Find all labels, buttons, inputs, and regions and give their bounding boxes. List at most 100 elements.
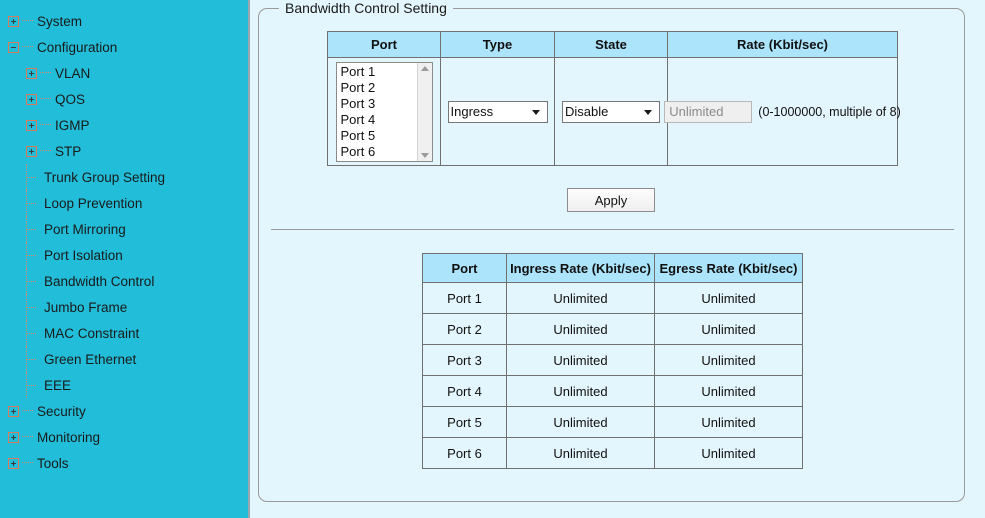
sidebar-item-mac-constraint[interactable]: MAC Constraint	[0, 320, 248, 346]
tree-connector-icon	[21, 398, 35, 424]
bandwidth-control-page: System Configuration VLAN QOS IGMP STP Trunk G…	[0, 0, 985, 518]
sidebar-item-tools[interactable]: Tools	[0, 450, 248, 476]
sidebar-item-loop-prevention[interactable]: Loop Prevention	[0, 190, 248, 216]
results-header-port: Port	[422, 253, 507, 283]
settings-header-type: Type	[440, 31, 555, 58]
sidebar-navigation-tree: System Configuration VLAN QOS IGMP STP Trunk G…	[0, 0, 250, 518]
cell-egress-rate: Unlimited	[654, 282, 803, 314]
cell-ingress-rate: Unlimited	[506, 313, 655, 345]
bandwidth-settings-table: Port Type State Rate (Kbit/sec) Port 1 Po…	[327, 31, 901, 166]
sidebar-item-vlan[interactable]: VLAN	[0, 60, 248, 86]
cell-ingress-rate: Unlimited	[506, 375, 655, 407]
scroll-up-arrow-icon[interactable]	[420, 65, 429, 71]
apply-button[interactable]: Apply	[567, 188, 655, 212]
plus-box-icon[interactable]	[8, 457, 19, 469]
plus-box-icon[interactable]	[26, 93, 37, 105]
port-option[interactable]: Port 2	[339, 80, 417, 96]
tree-leaf-icon	[26, 190, 39, 216]
cell-port: Port 1	[422, 282, 507, 314]
cell-egress-rate: Unlimited	[654, 344, 803, 376]
plus-box-icon[interactable]	[26, 145, 37, 157]
sidebar-item-label: Bandwidth Control	[44, 273, 155, 289]
cell-egress-rate: Unlimited	[654, 375, 803, 407]
port-option[interactable]: Port 4	[339, 112, 417, 128]
results-header-row: Port Ingress Rate (Kbit/sec) Egress Rate…	[422, 253, 803, 283]
cell-port: Port 4	[422, 375, 507, 407]
table-row: Port 4 Unlimited Unlimited	[422, 375, 803, 407]
sidebar-item-system[interactable]: System	[0, 8, 248, 34]
cell-port: Port 2	[422, 313, 507, 345]
cell-port: Port 6	[422, 437, 507, 469]
port-option[interactable]: Port 6	[339, 144, 417, 160]
settings-header-row: Port Type State Rate (Kbit/sec)	[327, 31, 898, 58]
tree-connector-icon	[21, 34, 35, 60]
sidebar-item-igmp[interactable]: IGMP	[0, 112, 248, 138]
sidebar-item-trunk-group-setting[interactable]: Trunk Group Setting	[0, 164, 248, 190]
port-listbox-scrollbar[interactable]	[416, 62, 432, 161]
sidebar-item-jumbo-frame[interactable]: Jumbo Frame	[0, 294, 248, 320]
sidebar-item-configuration[interactable]: Configuration	[0, 34, 248, 60]
table-row: Port 3 Unlimited Unlimited	[422, 344, 803, 376]
cell-port: Port 3	[422, 344, 507, 376]
results-table-body: Port 1 Unlimited Unlimited Port 2 Unlimited U…	[422, 282, 803, 469]
port-option[interactable]: Port 1	[339, 64, 417, 80]
table-row: Port 5 Unlimited Unlimited	[422, 406, 803, 438]
plus-box-icon[interactable]	[26, 67, 37, 79]
sidebar-item-label: STP	[55, 143, 82, 159]
sidebar-item-stp[interactable]: STP	[0, 138, 248, 164]
sidebar-item-label: IGMP	[55, 117, 90, 133]
plus-box-icon[interactable]	[26, 119, 37, 131]
cell-egress-rate: Unlimited	[654, 313, 803, 345]
sidebar-item-label: Trunk Group Setting	[44, 169, 166, 185]
minus-box-icon[interactable]	[8, 41, 19, 53]
port-cell: Port 1 Port 2 Port 3 Port 4 Port 5 Port 6	[327, 57, 441, 166]
sidebar-item-label: Port Mirroring	[44, 221, 126, 237]
port-listbox[interactable]: Port 1 Port 2 Port 3 Port 4 Port 5 Port 6	[335, 61, 433, 162]
settings-header-port: Port	[327, 31, 441, 58]
sidebar-item-port-isolation[interactable]: Port Isolation	[0, 242, 248, 268]
cell-egress-rate: Unlimited	[654, 437, 803, 469]
tree-connector-icon	[39, 138, 53, 164]
sidebar-item-label: Configuration	[37, 39, 118, 55]
port-option-list[interactable]: Port 1 Port 2 Port 3 Port 4 Port 5 Port 6	[337, 63, 417, 161]
plus-box-icon[interactable]	[8, 405, 19, 417]
state-select[interactable]: DisableEnable	[562, 100, 660, 123]
tree-leaf-icon	[26, 242, 39, 268]
sidebar-item-label: Jumbo Frame	[44, 299, 128, 315]
type-select[interactable]: IngressEgress	[447, 100, 548, 123]
table-row: Port 1 Unlimited Unlimited	[422, 282, 803, 314]
tree-connector-icon	[39, 60, 53, 86]
rate-input[interactable]	[664, 100, 753, 123]
tree-leaf-icon	[26, 320, 39, 346]
sidebar-item-qos[interactable]: QOS	[0, 86, 248, 112]
sidebar-item-label: QOS	[55, 91, 86, 107]
tree-leaf-icon	[26, 268, 39, 294]
rate-cell: (0-1000000, multiple of 8)	[664, 57, 901, 166]
sidebar-item-label: Tools	[37, 455, 69, 471]
sidebar-item-label: MAC Constraint	[44, 325, 140, 341]
tree-connector-icon	[21, 8, 35, 34]
cell-ingress-rate: Unlimited	[506, 344, 655, 376]
tree-leaf-icon	[26, 372, 39, 398]
tree-leaf-icon	[26, 294, 39, 320]
state-select-wrapper: DisableEnable	[562, 100, 660, 123]
section-divider	[271, 229, 954, 230]
port-option[interactable]: Port 5	[339, 128, 417, 144]
sidebar-item-security[interactable]: Security	[0, 398, 248, 424]
results-header-egress: Egress Rate (Kbit/sec)	[654, 253, 803, 283]
sidebar-item-monitoring[interactable]: Monitoring	[0, 424, 248, 450]
scroll-down-arrow-icon[interactable]	[420, 152, 429, 158]
tree-connector-icon	[21, 424, 35, 450]
sidebar-item-port-mirroring[interactable]: Port Mirroring	[0, 216, 248, 242]
sidebar-item-green-ethernet[interactable]: Green Ethernet	[0, 346, 248, 372]
plus-box-icon[interactable]	[8, 431, 19, 443]
plus-box-icon[interactable]	[8, 15, 19, 27]
results-header-ingress: Ingress Rate (Kbit/sec)	[506, 253, 655, 283]
tree-connector-icon	[39, 86, 53, 112]
sidebar-item-eee[interactable]: EEE	[0, 372, 248, 398]
cell-egress-rate: Unlimited	[654, 406, 803, 438]
bandwidth-control-setting-fieldset: Bandwidth Control Setting Port Type Stat…	[258, 0, 965, 502]
port-option[interactable]: Port 3	[339, 96, 417, 112]
sidebar-item-label: Loop Prevention	[44, 195, 143, 211]
sidebar-item-bandwidth-control[interactable]: Bandwidth Control	[0, 268, 248, 294]
